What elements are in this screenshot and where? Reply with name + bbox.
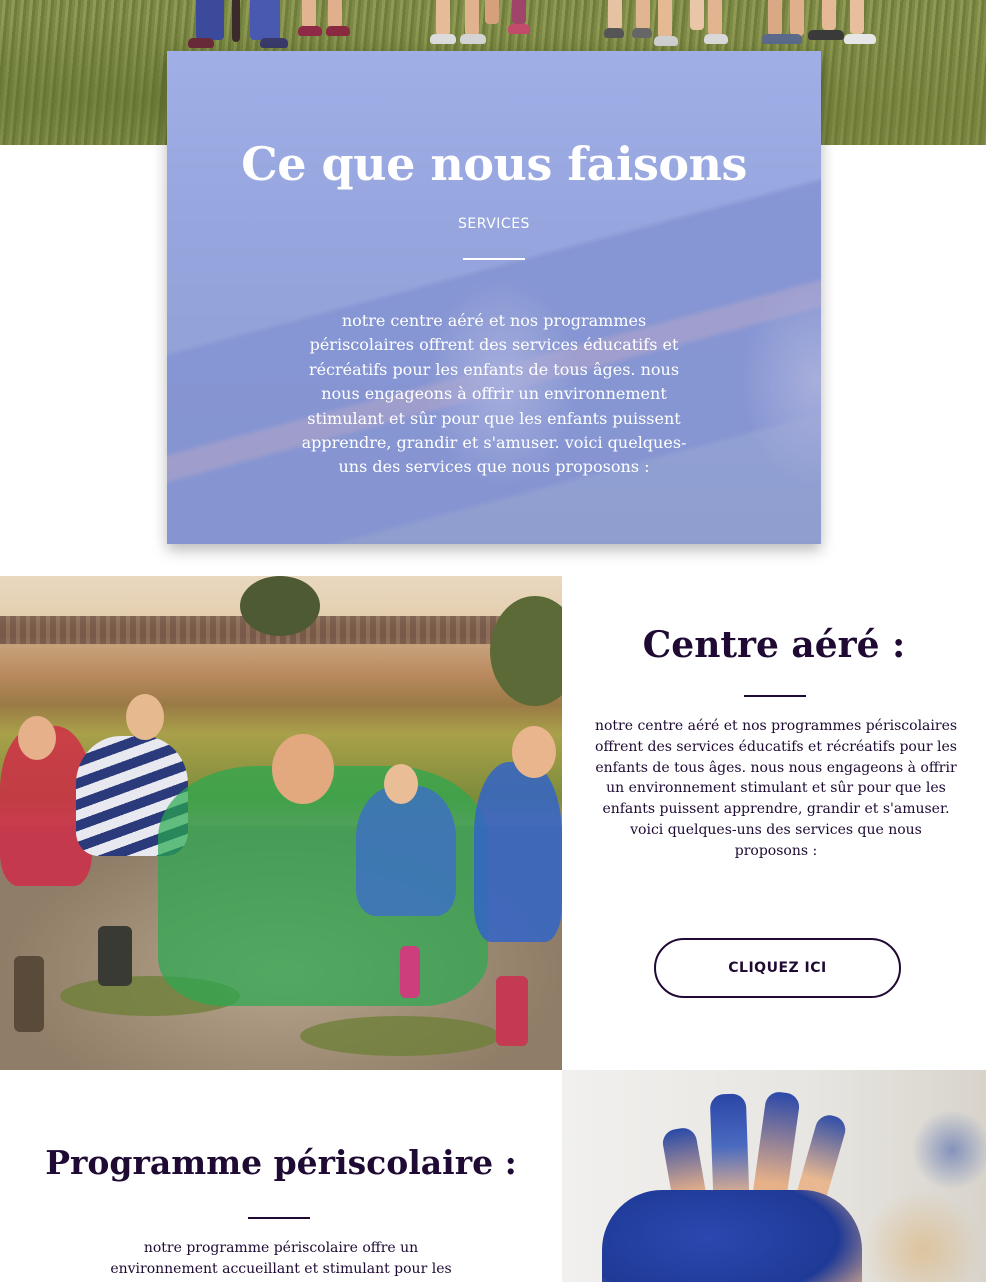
programme-divider [248,1217,310,1219]
kid-leg [658,0,672,38]
kid-leg [302,0,316,28]
kid-head [126,694,164,740]
tree [240,576,320,636]
shoe [654,36,678,46]
kid-head [18,716,56,760]
cliquez-ici-button[interactable]: CLIQUEZ ICI [654,938,901,998]
palm [602,1190,862,1282]
shoe [326,26,350,36]
shoe [508,24,530,34]
shoe [460,34,486,44]
kid-leg [822,0,836,30]
services-subtitle: SERVICES [458,216,530,232]
kid-blue-poncho [356,786,456,916]
shoe [704,34,728,44]
kid-leg [436,0,450,36]
kid-leg [608,0,622,30]
grass-patch [300,1016,500,1056]
kid-boots [496,976,528,1046]
kid-boots [14,956,44,1032]
services-card: Ce que nous faisons SERVICES notre centr… [167,51,821,544]
kid-leg [768,0,782,36]
kid-head [384,764,418,804]
kid-leg [250,0,280,40]
kid-head [512,726,556,778]
shoe [844,34,876,44]
kid-leg [485,0,499,24]
kid-head [272,734,334,804]
painted-hand-image [562,1070,986,1282]
kid-leg [196,0,224,40]
kid-leg [328,0,342,28]
centre-aere-title: Centre aéré : [642,624,906,666]
shoe [260,38,288,48]
kid-leg [465,0,479,36]
kid-leg [690,0,704,30]
shoe [604,28,624,38]
kid-boots [98,926,132,986]
kid-leg [790,0,804,36]
centre-aere-divider [744,695,806,697]
shoe [632,28,652,38]
shoe [298,26,322,36]
kid-leg [850,0,864,34]
tree [490,596,562,706]
shoe [762,34,802,44]
centre-aere-description: notre centre aéré et nos programmes péri… [594,718,958,859]
kid-leg [512,0,526,24]
shoe [808,30,844,40]
services-divider [463,258,525,260]
kid-leg [708,0,722,36]
kid-boots [400,946,420,998]
kid-leg [232,0,240,42]
services-description: notre centre aéré et nos programmes péri… [301,311,687,477]
shoe [188,38,214,48]
kid-leg [636,0,650,30]
programme-periscolaire-title: Programme périscolaire : [45,1143,517,1182]
services-title: Ce que nous faisons [241,137,747,191]
kid-blue-poncho [474,762,562,942]
programme-description: notre programme périscolaire offre un en… [110,1240,452,1277]
shoe [430,34,456,44]
running-kids-image [0,576,562,1070]
